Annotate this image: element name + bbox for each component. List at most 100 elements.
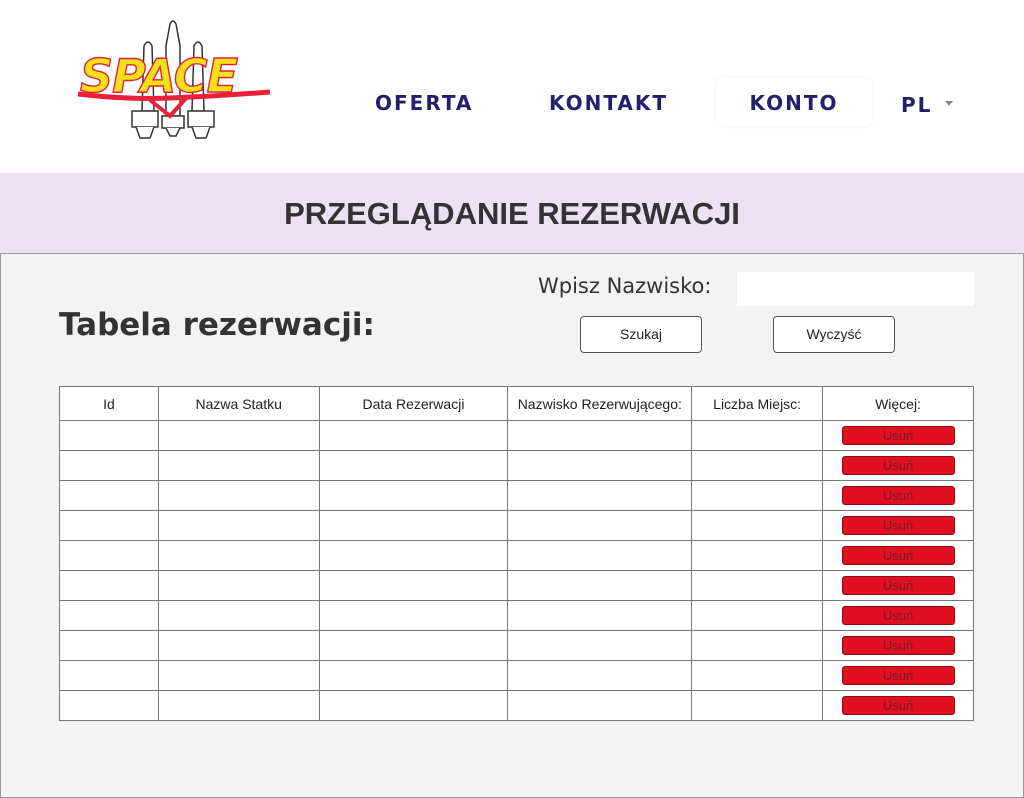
table-cell bbox=[157, 450, 320, 481]
table-cell bbox=[318, 570, 509, 601]
table-cell-actions: Usuń bbox=[822, 420, 974, 451]
table-cell bbox=[157, 540, 320, 571]
table-cell bbox=[318, 630, 509, 661]
language-select[interactable]: PL bbox=[901, 80, 932, 128]
table-header-row: Id Nazwa Statku Data Rezerwacji Nazwisko… bbox=[59, 386, 974, 421]
nav-konto[interactable]: KONTO bbox=[716, 78, 872, 126]
delete-button[interactable]: Usuń bbox=[841, 606, 955, 625]
table-cell bbox=[318, 510, 509, 541]
table-cell bbox=[691, 660, 824, 691]
table-cell bbox=[691, 600, 824, 631]
nav-kontakt[interactable]: KONTAKT bbox=[549, 78, 668, 126]
page-title: PRZEGLĄDANIE REZERWACJI bbox=[284, 196, 740, 231]
column-header-reservation-date: Data Rezerwacji bbox=[318, 386, 509, 421]
delete-button[interactable]: Usuń bbox=[841, 486, 955, 505]
table-cell bbox=[507, 570, 693, 601]
delete-button[interactable]: Usuń bbox=[841, 426, 955, 445]
clear-button[interactable]: Wyczyść bbox=[773, 316, 895, 353]
table-row: Usuń bbox=[59, 510, 974, 541]
table-cell bbox=[507, 420, 693, 451]
chevron-down-icon[interactable] bbox=[945, 101, 953, 106]
table-cell bbox=[507, 600, 693, 631]
table-cell-actions: Usuń bbox=[822, 570, 974, 601]
table-row: Usuń bbox=[59, 570, 974, 601]
table-row: Usuń bbox=[59, 690, 974, 721]
nav-oferta[interactable]: OFERTA bbox=[375, 78, 473, 126]
table-heading: Tabela rezerwacji: bbox=[59, 307, 375, 343]
table-cell-actions: Usuń bbox=[822, 450, 974, 481]
table-cell bbox=[157, 690, 320, 721]
table-cell bbox=[59, 630, 159, 661]
table-cell bbox=[318, 600, 509, 631]
site-header: SPACE OFERTA KONTAKT KONTO PL bbox=[0, 0, 1024, 173]
delete-button[interactable]: Usuń bbox=[841, 546, 955, 565]
space-logo[interactable]: SPACE bbox=[70, 16, 280, 151]
column-header-surname: Nazwisko Rezerwującego: bbox=[507, 386, 693, 421]
column-header-seats: Liczba Miejsc: bbox=[691, 386, 824, 421]
table-cell bbox=[691, 570, 824, 601]
logo-text: SPACE bbox=[80, 49, 238, 103]
delete-button[interactable]: Usuń bbox=[841, 456, 955, 475]
table-cell bbox=[59, 510, 159, 541]
table-cell-actions: Usuń bbox=[822, 480, 974, 511]
table-cell-actions: Usuń bbox=[822, 510, 974, 541]
table-row: Usuń bbox=[59, 450, 974, 481]
table-cell bbox=[691, 480, 824, 511]
table-cell bbox=[59, 570, 159, 601]
table-cell-actions: Usuń bbox=[822, 690, 974, 721]
table-cell bbox=[157, 510, 320, 541]
table-cell bbox=[157, 660, 320, 691]
search-label: Wpisz Nazwisko: bbox=[538, 274, 712, 298]
table-cell bbox=[59, 660, 159, 691]
table-cell bbox=[59, 450, 159, 481]
delete-button[interactable]: Usuń bbox=[841, 636, 955, 655]
table-cell bbox=[691, 510, 824, 541]
table-row: Usuń bbox=[59, 600, 974, 631]
table-row: Usuń bbox=[59, 540, 974, 571]
table-cell bbox=[157, 480, 320, 511]
table-cell bbox=[318, 540, 509, 571]
table-cell-actions: Usuń bbox=[822, 540, 974, 571]
table-cell bbox=[507, 630, 693, 661]
table-cell bbox=[691, 540, 824, 571]
column-header-ship-name: Nazwa Statku bbox=[157, 386, 320, 421]
table-cell-actions: Usuń bbox=[822, 600, 974, 631]
table-cell bbox=[157, 570, 320, 601]
table-cell-actions: Usuń bbox=[822, 630, 974, 661]
table-cell bbox=[59, 420, 159, 451]
column-header-id: Id bbox=[59, 386, 159, 421]
table-cell bbox=[691, 450, 824, 481]
table-cell bbox=[157, 600, 320, 631]
delete-button[interactable]: Usuń bbox=[841, 516, 955, 535]
table-cell bbox=[318, 480, 509, 511]
table-cell bbox=[318, 420, 509, 451]
table-row: Usuń bbox=[59, 630, 974, 661]
table-cell bbox=[691, 690, 824, 721]
table-cell bbox=[59, 480, 159, 511]
table-cell bbox=[507, 690, 693, 721]
delete-button[interactable]: Usuń bbox=[841, 696, 955, 715]
table-cell bbox=[59, 690, 159, 721]
table-cell bbox=[157, 630, 320, 661]
reservations-table: Id Nazwa Statku Data Rezerwacji Nazwisko… bbox=[59, 386, 974, 721]
table-row: Usuń bbox=[59, 480, 974, 511]
reservations-panel: Tabela rezerwacji: Wpisz Nazwisko: Szuka… bbox=[0, 253, 1024, 798]
table-body: Usuń Usuń Usuń Usuń Usuń Usuń Usuń Usuń Usuń Usuń bbox=[59, 420, 974, 721]
surname-search-input[interactable] bbox=[737, 272, 974, 306]
column-header-more: Więcej: bbox=[822, 386, 974, 421]
delete-button[interactable]: Usuń bbox=[841, 576, 955, 595]
delete-button[interactable]: Usuń bbox=[841, 666, 955, 685]
table-cell bbox=[318, 450, 509, 481]
table-cell-actions: Usuń bbox=[822, 660, 974, 691]
search-button[interactable]: Szukaj bbox=[580, 316, 702, 353]
table-cell bbox=[507, 540, 693, 571]
table-cell bbox=[507, 510, 693, 541]
table-row: Usuń bbox=[59, 660, 974, 691]
table-cell bbox=[59, 600, 159, 631]
table-cell bbox=[691, 420, 824, 451]
table-cell bbox=[507, 660, 693, 691]
table-cell bbox=[59, 540, 159, 571]
table-cell bbox=[507, 450, 693, 481]
table-cell bbox=[318, 660, 509, 691]
table-cell bbox=[691, 630, 824, 661]
